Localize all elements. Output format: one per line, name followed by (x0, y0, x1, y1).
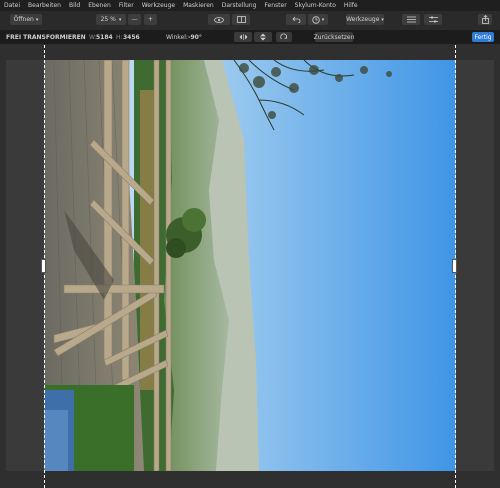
reset-button[interactable]: Zurücksetzen (313, 32, 355, 42)
rotate-button[interactable] (276, 32, 292, 42)
layers-panel-button[interactable] (402, 14, 420, 25)
menu-maskieren[interactable]: Maskieren (183, 2, 214, 9)
mode-title: FREI TRANSFORMIEREN (6, 34, 86, 41)
plus-icon: + (147, 16, 154, 23)
tools-button[interactable]: Werkzeuge ▾ (346, 14, 384, 25)
menu-werkzeuge[interactable]: Werkzeuge (142, 2, 175, 9)
chevron-down-icon: ▾ (381, 16, 384, 23)
menu-darstellung[interactable]: Darstellung (222, 2, 257, 9)
angle-label: Winkel: (166, 34, 188, 41)
clock-icon (312, 15, 320, 24)
zoom-in-button[interactable]: + (144, 14, 157, 25)
undo-button[interactable] (286, 14, 306, 25)
chevron-down-icon: ▾ (321, 16, 325, 23)
menu-bild[interactable]: Bild (69, 2, 80, 9)
canvas-margin-right (456, 60, 494, 471)
transform-handle-left[interactable] (41, 259, 46, 273)
transform-options-bar: FREI TRANSFORMIEREN W: 5184 H: 3456 Wink… (0, 30, 500, 44)
open-button[interactable]: Öffnen ▾ (10, 14, 42, 25)
preview-toggle-button[interactable] (208, 14, 230, 25)
menu-skylum-konto[interactable]: Skylum-Konto (295, 2, 336, 9)
canvas-margin-left (6, 60, 44, 471)
menu-ebenen[interactable]: Ebenen (88, 2, 111, 9)
zoom-select[interactable]: 25 % ▾ (96, 14, 126, 25)
history-button[interactable]: ▾ (308, 14, 328, 25)
width-value[interactable]: 5184 (96, 34, 113, 41)
minus-icon: — (131, 16, 138, 23)
share-icon (481, 15, 489, 24)
flip-vertical-button[interactable] (254, 32, 272, 42)
flip-horizontal-button[interactable] (234, 32, 252, 42)
menu-bar: Datei Bearbeiten Bild Ebenen Filter Werk… (0, 0, 500, 11)
flip-vertical-icon (260, 33, 266, 41)
menu-hilfe[interactable]: Hilfe (344, 2, 358, 9)
chevron-down-icon: ▾ (118, 16, 122, 23)
share-button[interactable] (478, 14, 492, 25)
done-button[interactable]: Fertig (472, 32, 494, 42)
undo-icon (291, 16, 300, 23)
zoom-value: 25 % (100, 16, 116, 23)
menu-datei[interactable]: Datei (4, 2, 20, 9)
flip-horizontal-icon (239, 34, 247, 40)
photo-image (44, 60, 456, 471)
rotate-icon (280, 33, 288, 40)
done-label: Fertig (474, 33, 492, 41)
transform-handle-right[interactable] (452, 259, 457, 273)
zoom-out-button[interactable]: — (128, 14, 141, 25)
height-label: H: (116, 34, 123, 41)
angle-value[interactable]: -90° (188, 34, 202, 41)
compare-icon (236, 16, 246, 23)
open-label: Öffnen (13, 16, 34, 23)
reset-label: Zurücksetzen (313, 33, 355, 41)
adjustments-panel-button[interactable] (424, 14, 442, 25)
list-icon (406, 16, 416, 23)
tools-label: Werkzeuge (346, 16, 380, 23)
compare-button[interactable] (232, 14, 250, 25)
menu-filter[interactable]: Filter (119, 2, 134, 9)
chevron-down-icon: ▾ (35, 16, 39, 23)
toolbar: Öffnen ▾ 25 % ▾ — + ▾ Werkzeuge ▾ (0, 11, 500, 31)
eye-icon (214, 16, 224, 23)
sliders-icon (428, 16, 438, 23)
height-value[interactable]: 3456 (123, 34, 140, 41)
menu-fenster[interactable]: Fenster (264, 2, 286, 9)
photo-layer[interactable] (44, 60, 456, 471)
menu-bearbeiten[interactable]: Bearbeiten (28, 2, 61, 9)
